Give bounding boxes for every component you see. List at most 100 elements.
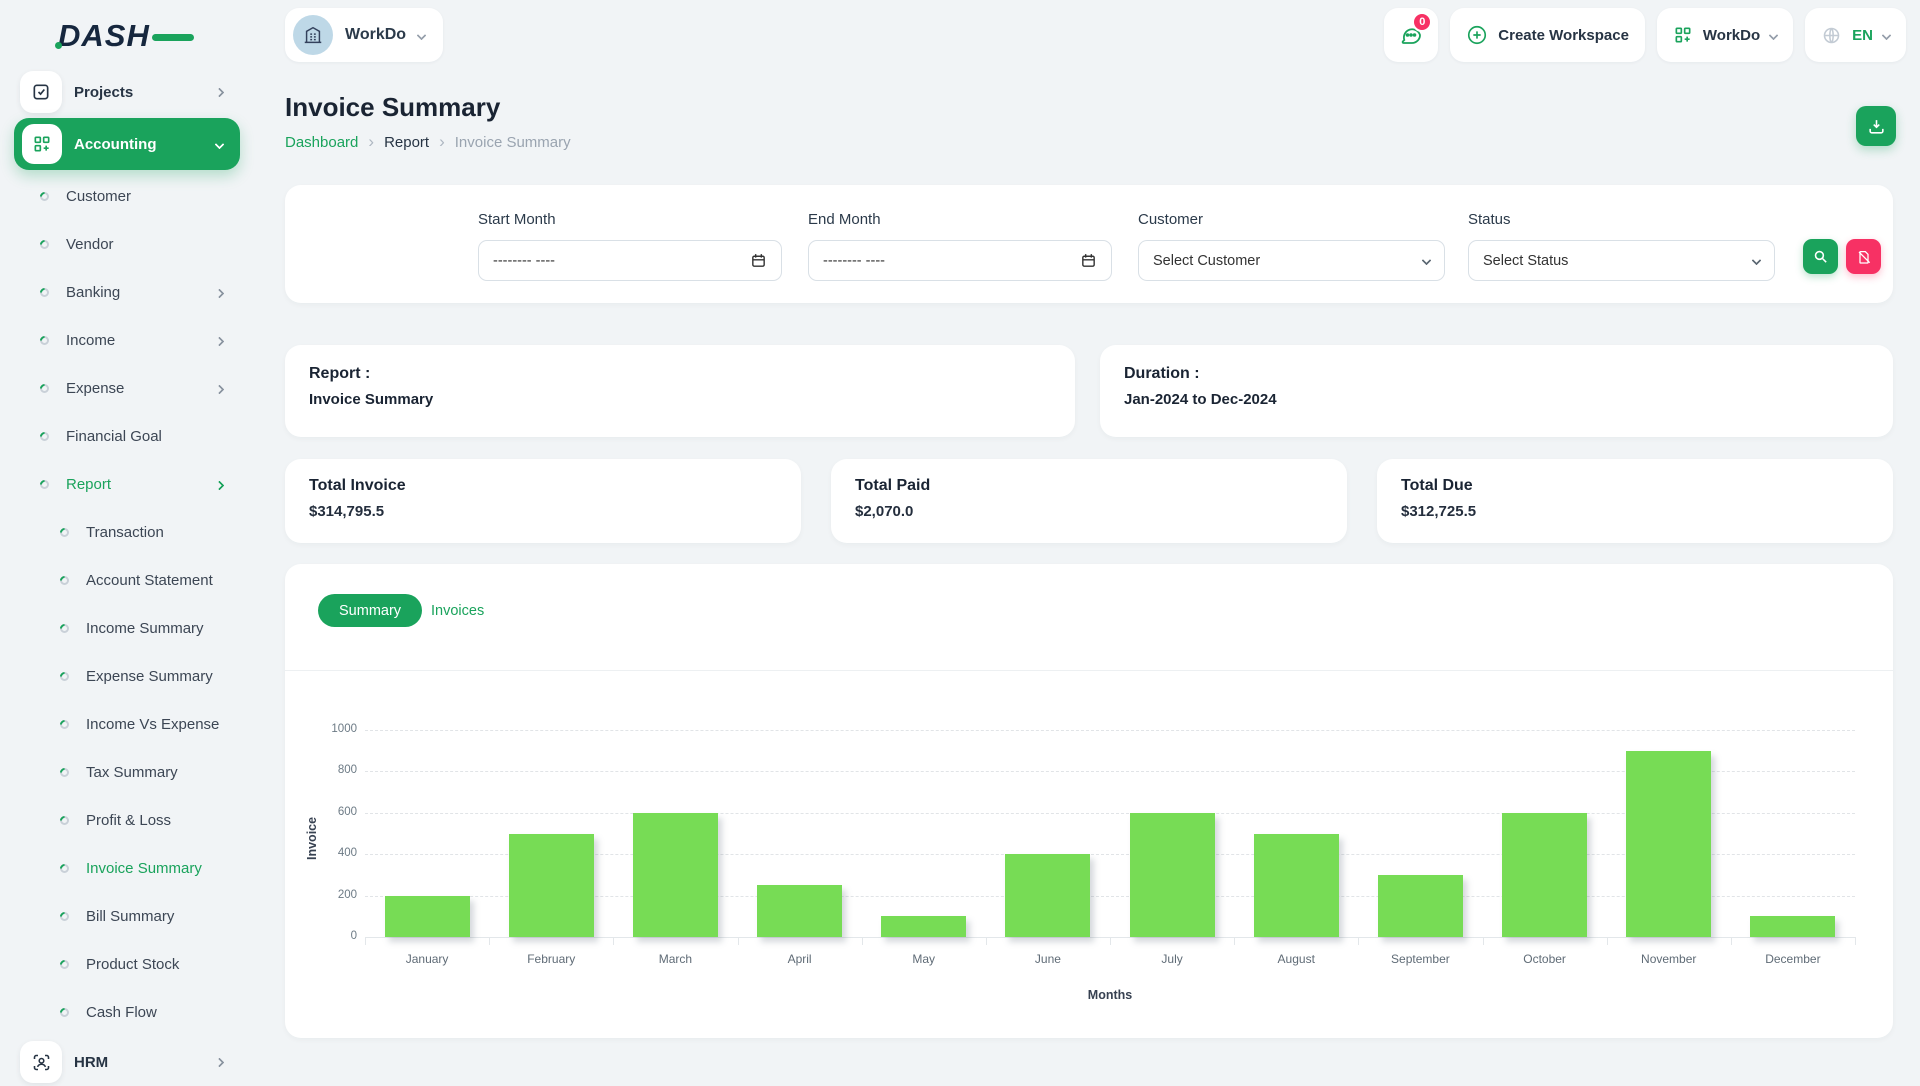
x-tick-label-august: August [1234, 952, 1358, 966]
duration-value: Jan-2024 to Dec-2024 [1124, 391, 1277, 408]
breadcrumb-report[interactable]: Report [384, 134, 429, 151]
duration-info-card: Duration : Jan-2024 to Dec-2024 [1100, 345, 1893, 437]
status-dot-icon [40, 432, 49, 441]
axis-tick [1110, 937, 1111, 945]
sidebar-item-vendor[interactable]: Vendor [0, 220, 258, 268]
create-workspace-button[interactable]: Create Workspace [1450, 8, 1645, 62]
sidebar-item-income-vs-expense[interactable]: Income Vs Expense [0, 700, 258, 748]
y-tick-label-200: 200 [305, 889, 357, 901]
sidebar-item-projects[interactable]: Projects [0, 68, 258, 116]
axis-tick [1731, 937, 1732, 945]
search-icon [1812, 248, 1829, 265]
breadcrumb-dashboard[interactable]: Dashboard [285, 134, 358, 151]
sidebar-item-banking[interactable]: Banking [0, 268, 258, 316]
globe-icon [1821, 25, 1842, 46]
chevron-down-icon [1752, 256, 1762, 266]
status-select[interactable]: Select Status [1468, 240, 1775, 281]
x-tick-label-december: December [1731, 952, 1855, 966]
sidebar-item-income[interactable]: Income [0, 316, 258, 364]
reset-filter-button[interactable] [1846, 239, 1881, 274]
building-icon [302, 24, 324, 46]
sidebar-item-product-stock[interactable]: Product Stock [0, 940, 258, 988]
y-tick-label-800: 800 [305, 764, 357, 776]
bar-march [633, 813, 718, 937]
sidebar-item-transaction[interactable]: Transaction [0, 508, 258, 556]
x-tick-label-september: September [1358, 952, 1482, 966]
axis-tick [738, 937, 739, 945]
customer-label: Customer [1138, 211, 1203, 228]
language-selector[interactable]: EN [1805, 8, 1906, 62]
sidebar-item-accounting[interactable]: Accounting [14, 118, 240, 170]
sidebar-item-label: Income Vs Expense [86, 716, 219, 733]
total-invoice-label: Total Invoice [309, 477, 406, 495]
x-tick-label-november: November [1607, 952, 1731, 966]
chevron-right-icon [215, 288, 225, 298]
sidebar-item-cash-flow[interactable]: Cash Flow [0, 988, 258, 1036]
grid-plus-icon [1673, 25, 1693, 45]
create-workspace-label: Create Workspace [1498, 27, 1629, 44]
axis-tick [1855, 937, 1856, 945]
sidebar-item-label: Banking [66, 284, 120, 301]
x-axis-title: Months [365, 988, 1855, 1002]
apply-filter-button[interactable] [1803, 239, 1838, 274]
bar-october [1502, 813, 1587, 937]
status-dot-icon [60, 912, 69, 921]
end-month-value: -------- ---- [823, 253, 885, 269]
sidebar-item-label: Report [66, 476, 111, 493]
x-tick-label-april: April [738, 952, 862, 966]
axis-tick [489, 937, 490, 945]
total-invoice-card: Total Invoice $314,795.5 [285, 459, 801, 543]
chevron-right-icon [215, 336, 225, 346]
end-month-input[interactable]: -------- ---- [808, 240, 1112, 281]
customer-select[interactable]: Select Customer [1138, 240, 1445, 281]
sidebar-item-label: Transaction [86, 524, 164, 541]
sidebar-item-expense-summary[interactable]: Expense Summary [0, 652, 258, 700]
sidebar-item-financial-goal[interactable]: Financial Goal [0, 412, 258, 460]
sidebar-item-income-summary[interactable]: Income Summary [0, 604, 258, 652]
sidebar-item-customer[interactable]: Customer [0, 172, 258, 220]
x-tick-label-january: January [365, 952, 489, 966]
grid-plus-icon [22, 124, 62, 164]
chevron-down-icon [1882, 30, 1892, 40]
sidebar-item-report[interactable]: Report [0, 460, 258, 508]
axis-tick [986, 937, 987, 945]
x-tick-label-march: March [613, 952, 737, 966]
start-month-input[interactable]: -------- ---- [478, 240, 782, 281]
total-paid-card: Total Paid $2,070.0 [831, 459, 1347, 543]
clear-filter-icon [1856, 249, 1872, 265]
workdo-menu-button[interactable]: WorkDo [1657, 8, 1793, 62]
download-button[interactable] [1856, 106, 1896, 146]
status-dot-icon [60, 816, 69, 825]
checkbox-icon [20, 71, 62, 113]
invoice-bar-chart: Invoice Months 02004006008001000JanuaryF… [285, 564, 1893, 1038]
bar-august [1254, 834, 1339, 938]
total-invoice-value: $314,795.5 [309, 503, 384, 520]
status-dot-icon [40, 288, 49, 297]
chevron-down-icon [1769, 30, 1779, 40]
status-dot-icon [60, 672, 69, 681]
breadcrumb-separator: › [439, 132, 445, 152]
status-dot-icon [60, 624, 69, 633]
x-tick-label-may: May [862, 952, 986, 966]
sidebar-item-tax-summary[interactable]: Tax Summary [0, 748, 258, 796]
workdo-menu-label: WorkDo [1703, 27, 1760, 44]
workspace-selector[interactable]: WorkDo [285, 8, 443, 62]
workspace-avatar [293, 15, 333, 55]
sidebar-item-expense[interactable]: Expense [0, 364, 258, 412]
bar-february [509, 834, 594, 938]
sidebar-item-bill-summary[interactable]: Bill Summary [0, 892, 258, 940]
calendar-icon [1080, 252, 1097, 269]
page-title: Invoice Summary [285, 92, 500, 123]
status-dot-icon [60, 1008, 69, 1017]
status-dot-icon [60, 528, 69, 537]
chevron-right-icon [215, 384, 225, 394]
sidebar-item-profit-loss[interactable]: Profit & Loss [0, 796, 258, 844]
sidebar-item-invoice-summary[interactable]: Invoice Summary [0, 844, 258, 892]
bar-april [757, 885, 842, 937]
chevron-right-icon [215, 1058, 225, 1068]
sidebar-item-account-statement[interactable]: Account Statement [0, 556, 258, 604]
plus-circle-icon [1466, 24, 1488, 46]
status-dot-icon [40, 384, 49, 393]
sidebar-item-hrm[interactable]: HRM [0, 1038, 258, 1086]
notifications-button[interactable]: 0 [1384, 8, 1438, 62]
